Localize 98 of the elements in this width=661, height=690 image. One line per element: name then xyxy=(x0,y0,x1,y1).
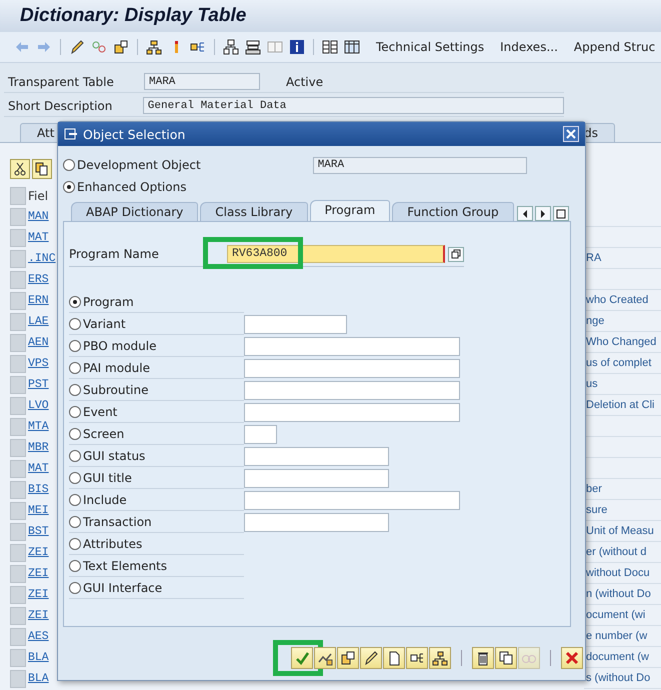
radio-button[interactable] xyxy=(69,362,81,374)
option-label: GUI title xyxy=(83,470,132,484)
readonly-field[interactable]: MARA xyxy=(144,73,260,90)
toolbar-button[interactable]: Technical Settings xyxy=(376,40,484,54)
input-field[interactable] xyxy=(244,380,460,400)
close-button[interactable] xyxy=(563,126,579,142)
column-header: Fiel xyxy=(28,188,50,202)
new-document-button[interactable] xyxy=(383,647,405,669)
window-title: Dictionary: Display Table xyxy=(20,5,246,27)
scroll-left-button[interactable] xyxy=(517,206,533,221)
stack-icon[interactable] xyxy=(245,39,261,55)
hierarchy-button[interactable] xyxy=(429,647,451,669)
toolbar-button[interactable]: Append Struc xyxy=(574,40,656,54)
duplicate-button[interactable] xyxy=(495,647,517,669)
hierarchy-icon xyxy=(432,650,448,666)
info-icon[interactable] xyxy=(289,39,305,55)
copy-icon xyxy=(340,650,356,666)
radio-button[interactable] xyxy=(69,318,81,330)
tab[interactable]: Class Library xyxy=(200,202,308,221)
scissors-icon[interactable] xyxy=(10,159,30,179)
option-label: Transaction xyxy=(83,514,152,528)
tab[interactable]: ABAP Dictionary xyxy=(71,202,198,221)
copy-icon[interactable] xyxy=(32,159,52,179)
input-field[interactable] xyxy=(244,358,460,378)
share-button[interactable] xyxy=(406,647,428,669)
delete-icon xyxy=(475,650,491,666)
option-label: Screen xyxy=(83,426,124,440)
option-label: Include xyxy=(83,492,127,506)
where-used-button[interactable] xyxy=(314,647,336,669)
pencil-icon[interactable] xyxy=(69,39,85,55)
option-label: Development Object xyxy=(77,158,201,172)
radio-button[interactable] xyxy=(69,296,81,308)
input-field[interactable] xyxy=(244,424,277,444)
option-label: PAI module xyxy=(83,360,150,374)
check-button[interactable] xyxy=(291,647,313,669)
object-icon[interactable] xyxy=(113,39,129,55)
radio-button[interactable] xyxy=(69,472,81,484)
square-icon xyxy=(556,208,566,218)
scroll-right-button[interactable] xyxy=(535,206,551,221)
value-help-button[interactable] xyxy=(448,246,464,262)
field-label: Transparent Table xyxy=(7,74,115,88)
option-label: Subroutine xyxy=(83,382,148,396)
option-label: GUI Interface xyxy=(83,580,162,594)
cancel-button[interactable] xyxy=(561,647,583,669)
toggle-icon[interactable] xyxy=(91,39,107,55)
delete-button[interactable] xyxy=(472,647,494,669)
option-label: Program xyxy=(83,294,134,308)
left-triangle-icon xyxy=(522,210,528,218)
program-name-field[interactable]: RV63A800 xyxy=(227,245,445,263)
copy-icon xyxy=(451,249,461,259)
input-field[interactable] xyxy=(244,402,460,422)
tab-list-button[interactable] xyxy=(553,206,569,221)
input-field[interactable] xyxy=(244,314,347,334)
tab[interactable]: Program xyxy=(310,200,390,221)
option-label: Text Elements xyxy=(83,558,168,572)
radio-button[interactable] xyxy=(69,538,81,550)
radio-button[interactable] xyxy=(69,582,81,594)
radio-button[interactable] xyxy=(69,450,81,462)
radio-button[interactable] xyxy=(69,494,81,506)
check-icon xyxy=(294,650,310,666)
option-label: Attributes xyxy=(83,536,142,550)
option-label: Event xyxy=(83,404,118,418)
input-field[interactable] xyxy=(244,468,389,488)
option-label: GUI status xyxy=(83,448,146,462)
grid-icon[interactable] xyxy=(322,39,338,55)
radio-button[interactable] xyxy=(63,181,75,193)
input-field[interactable] xyxy=(244,336,460,356)
table-icon[interactable] xyxy=(344,39,360,55)
edit-button[interactable] xyxy=(360,647,382,669)
readonly-field[interactable]: MARA xyxy=(312,156,527,174)
option-label: Enhanced Options xyxy=(77,180,186,194)
radio-button[interactable] xyxy=(63,159,75,171)
radio-button[interactable] xyxy=(69,516,81,528)
option-label: PBO module xyxy=(83,338,156,352)
copy-button[interactable] xyxy=(337,647,359,669)
radio-button[interactable] xyxy=(69,340,81,352)
dialog-title: Object Selection xyxy=(83,126,186,142)
readonly-field[interactable]: General Material Data xyxy=(142,97,564,114)
dialog-icon xyxy=(64,128,78,140)
duplicate-icon xyxy=(498,650,514,666)
input-field[interactable] xyxy=(244,512,389,532)
radio-button[interactable] xyxy=(69,406,81,418)
tab[interactable]: Function Group xyxy=(392,202,514,221)
field-label: Short Description xyxy=(7,98,114,112)
toolbar-button[interactable]: Indexes... xyxy=(500,40,558,54)
option-label: Variant xyxy=(83,316,126,330)
status-text: Active xyxy=(286,74,324,88)
radio-button[interactable] xyxy=(69,384,81,396)
hierarchy-icon[interactable] xyxy=(146,39,162,55)
input-field[interactable] xyxy=(244,490,460,510)
edit-icon xyxy=(363,650,379,666)
field-label: Program Name xyxy=(69,247,160,261)
radio-button[interactable] xyxy=(69,428,81,440)
tree-icon[interactable] xyxy=(223,39,239,55)
radio-button[interactable] xyxy=(69,560,81,572)
input-field[interactable] xyxy=(244,446,389,466)
cancel-icon xyxy=(564,650,580,666)
right-triangle-icon xyxy=(540,210,546,218)
